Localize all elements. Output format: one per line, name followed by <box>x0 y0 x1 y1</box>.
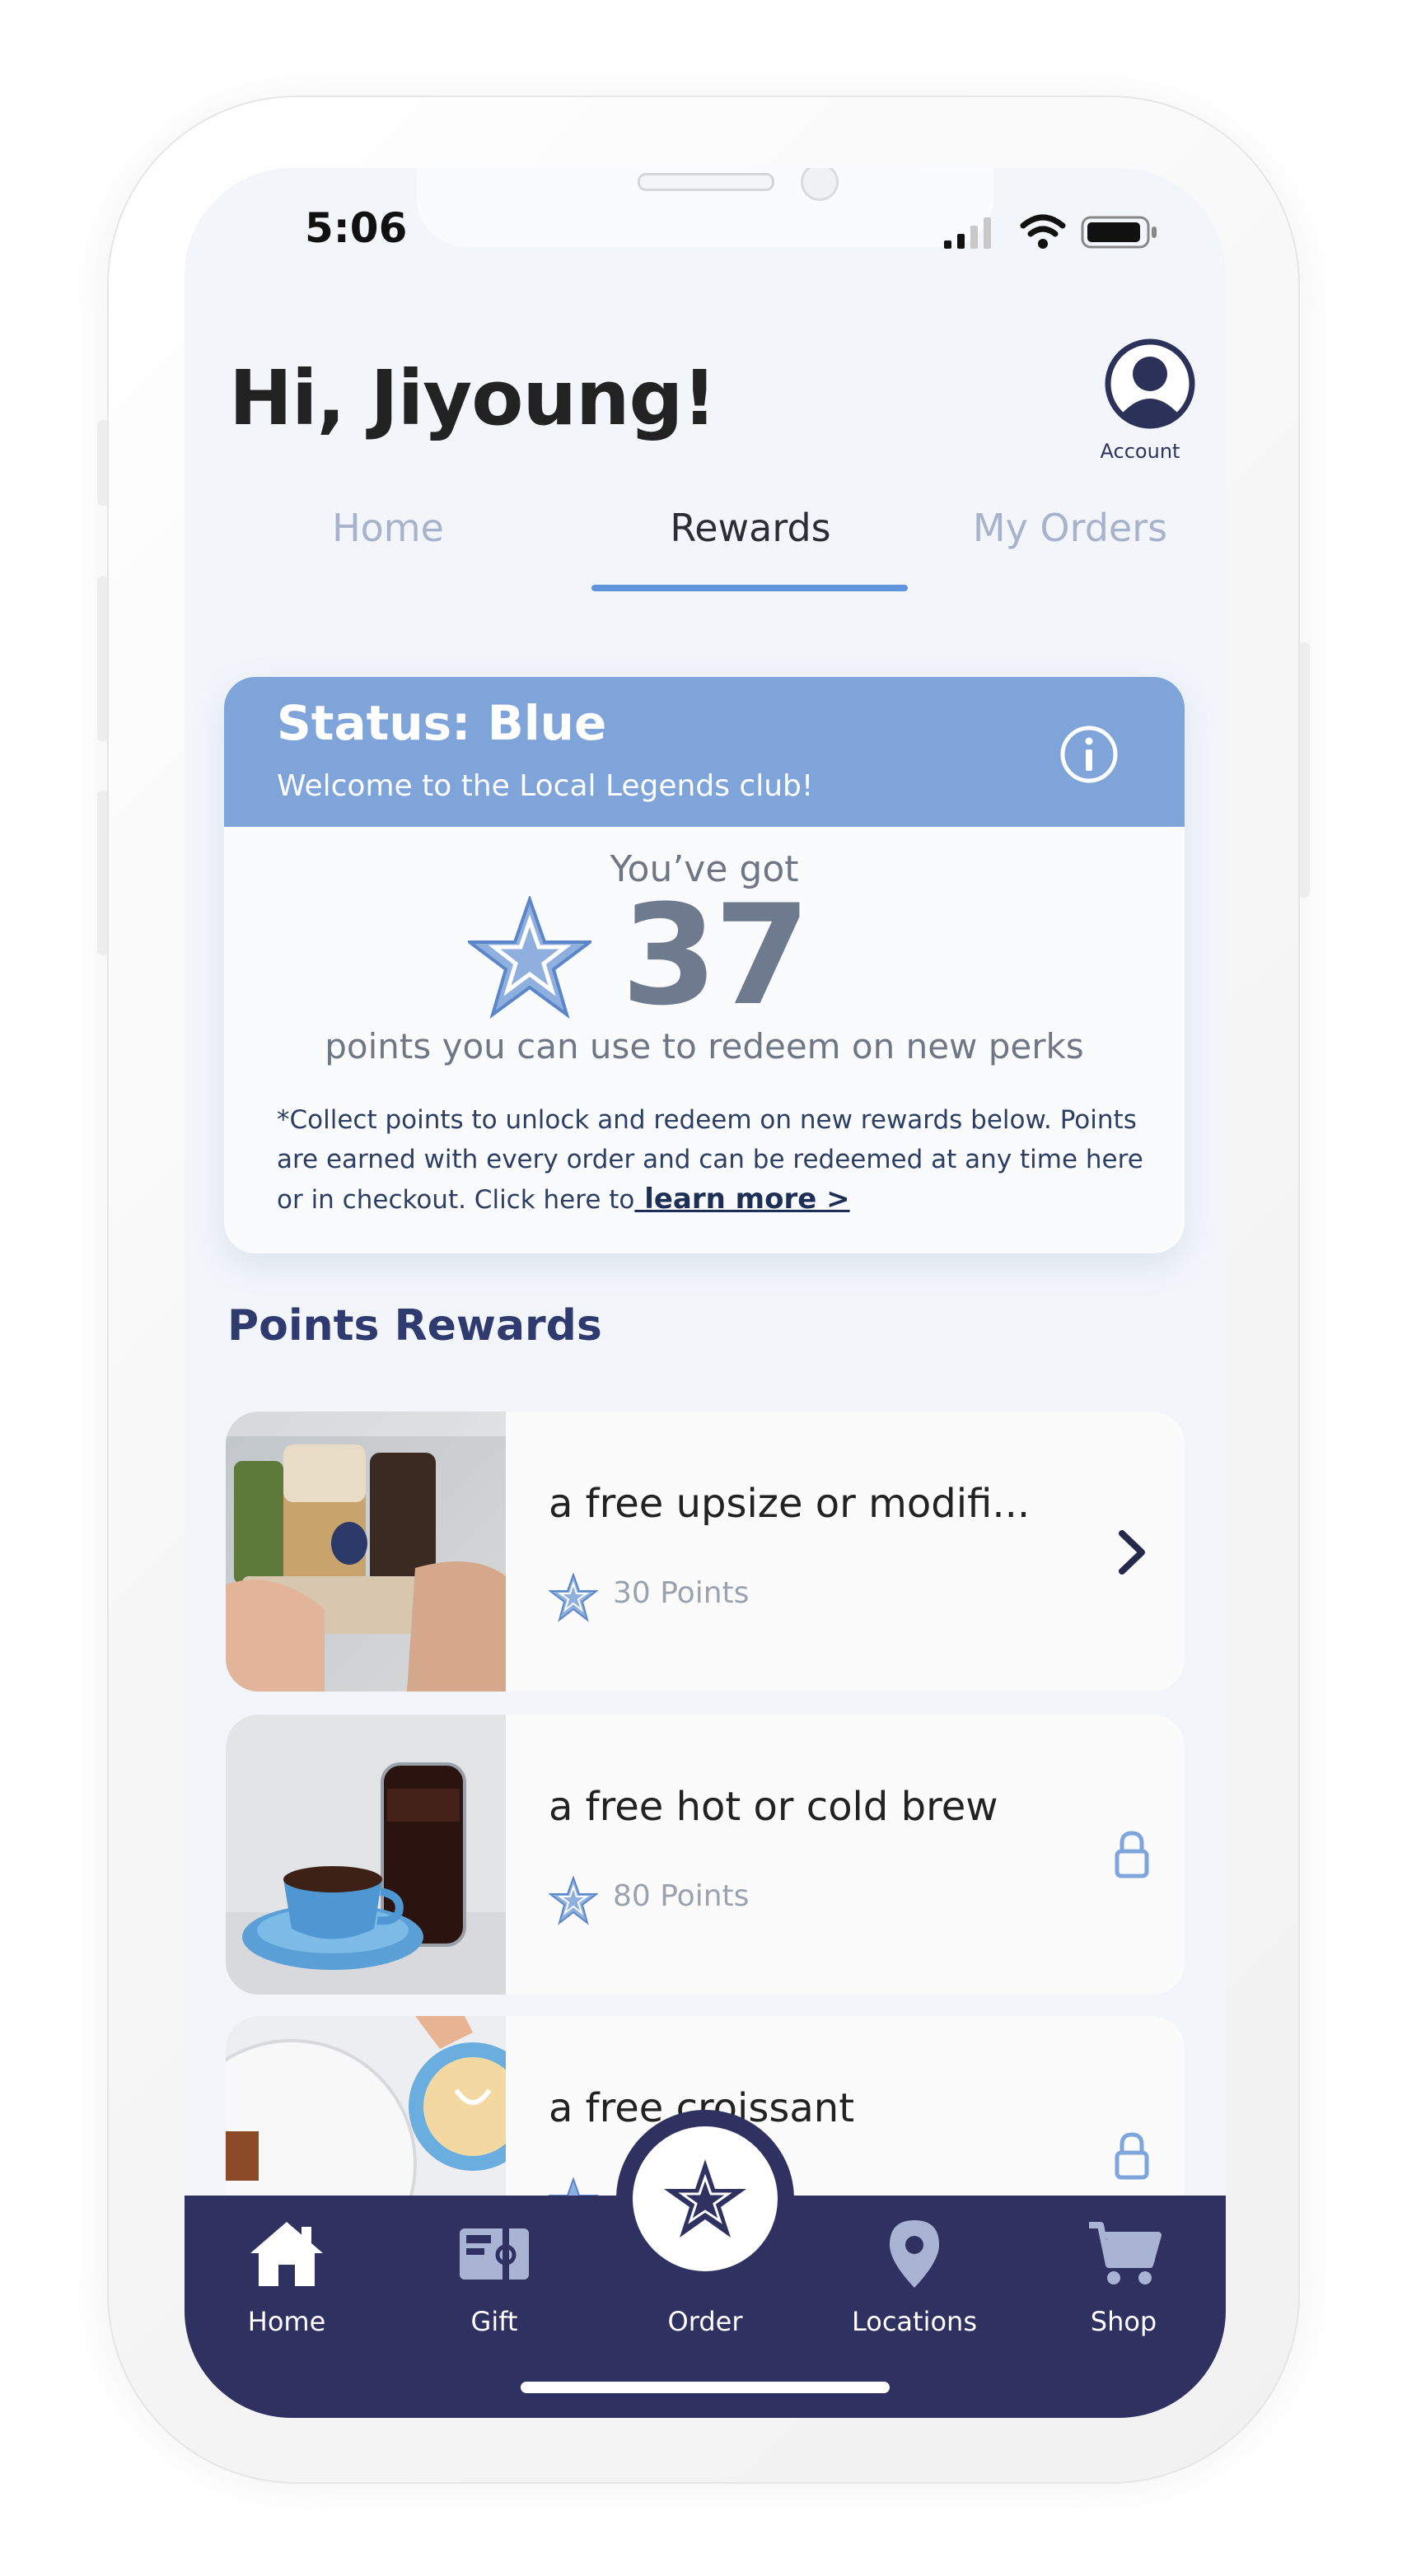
account-icon <box>1105 338 1195 429</box>
tab-home[interactable]: Home <box>229 506 547 550</box>
order-button-face <box>633 2126 778 2271</box>
status-time: 5:06 <box>305 204 408 252</box>
star-icon <box>664 2159 746 2238</box>
battery-icon <box>1081 216 1157 249</box>
nav-shop[interactable]: Shop <box>1041 2210 1206 2350</box>
status-subtitle: Welcome to the Local Legends club! <box>277 769 814 803</box>
order-button[interactable] <box>616 2110 794 2288</box>
lock-icon <box>1115 1831 1149 1878</box>
points-note: *Collect points to unlock and redeem on … <box>277 1100 1150 1220</box>
reward-points: 80 Points <box>613 1879 750 1913</box>
star-icon <box>468 896 591 1020</box>
tab-my-orders[interactable]: My Orders <box>911 506 1226 550</box>
gift-card-icon <box>460 2228 529 2280</box>
nav-gift[interactable]: Gift <box>412 2210 577 2350</box>
learn-more-link[interactable]: learn more > <box>634 1183 849 1216</box>
reward-points: 30 Points <box>613 1576 750 1610</box>
status-icons <box>942 212 1181 252</box>
home-indicator[interactable] <box>521 2382 890 2393</box>
nav-locations[interactable]: Locations <box>832 2210 997 2350</box>
wifi-icon <box>1020 214 1066 249</box>
lock-icon <box>1115 2132 1149 2180</box>
rewards-status-card: Status: Blue Welcome to the Local Legend… <box>224 677 1185 1253</box>
tab-bar: Home Rewards My Orders <box>229 506 1185 591</box>
chevron-right-icon[interactable] <box>1109 1524 1155 1581</box>
star-icon <box>549 1876 598 1925</box>
status-title: Status: Blue <box>277 695 607 751</box>
section-title: Points Rewards <box>227 1301 602 1351</box>
tab-rewards[interactable]: Rewards <box>591 506 909 550</box>
location-pin-icon <box>890 2220 939 2288</box>
reward-image <box>226 1715 506 1995</box>
account-button[interactable]: Account <box>1082 338 1198 469</box>
points-description: points you can use to redeem on new perk… <box>325 1026 1084 1066</box>
greeting: Hi, Jiyoung! <box>229 354 717 442</box>
info-icon[interactable] <box>1059 725 1119 784</box>
nav-label: Order <box>667 2306 743 2337</box>
reward-item[interactable]: a free upsize or modifi... 30 Points <box>226 1412 1185 1692</box>
reward-title: a free upsize or modifi... <box>549 1481 1031 1527</box>
nav-label: Locations <box>851 2306 977 2337</box>
account-label: Account <box>1100 440 1180 463</box>
home-icon <box>250 2222 323 2286</box>
nav-home[interactable]: Home <box>204 2210 369 2350</box>
points-balance: 37 <box>468 875 929 1036</box>
reward-item[interactable]: a free hot or cold brew 80 Points <box>226 1715 1185 1995</box>
tab-active-indicator <box>591 585 908 591</box>
cellular-signal-icon <box>944 217 991 249</box>
reward-image <box>226 1412 506 1692</box>
phone-side-button <box>1298 642 1310 898</box>
nav-label: Gift <box>470 2306 518 2337</box>
star-icon <box>549 1573 598 1622</box>
points-value: 37 <box>621 875 811 1036</box>
speaker-grille <box>638 173 774 191</box>
app-screen: 5:06 Hi, Jiyoung! Account Home Rewards M… <box>185 168 1226 2418</box>
nav-label: Shop <box>1090 2306 1157 2337</box>
status-card-header: Status: Blue Welcome to the Local Legend… <box>224 677 1185 827</box>
reward-title: a free hot or cold brew <box>549 1784 998 1830</box>
cart-icon <box>1089 2222 1162 2284</box>
nav-label: Home <box>247 2306 326 2337</box>
